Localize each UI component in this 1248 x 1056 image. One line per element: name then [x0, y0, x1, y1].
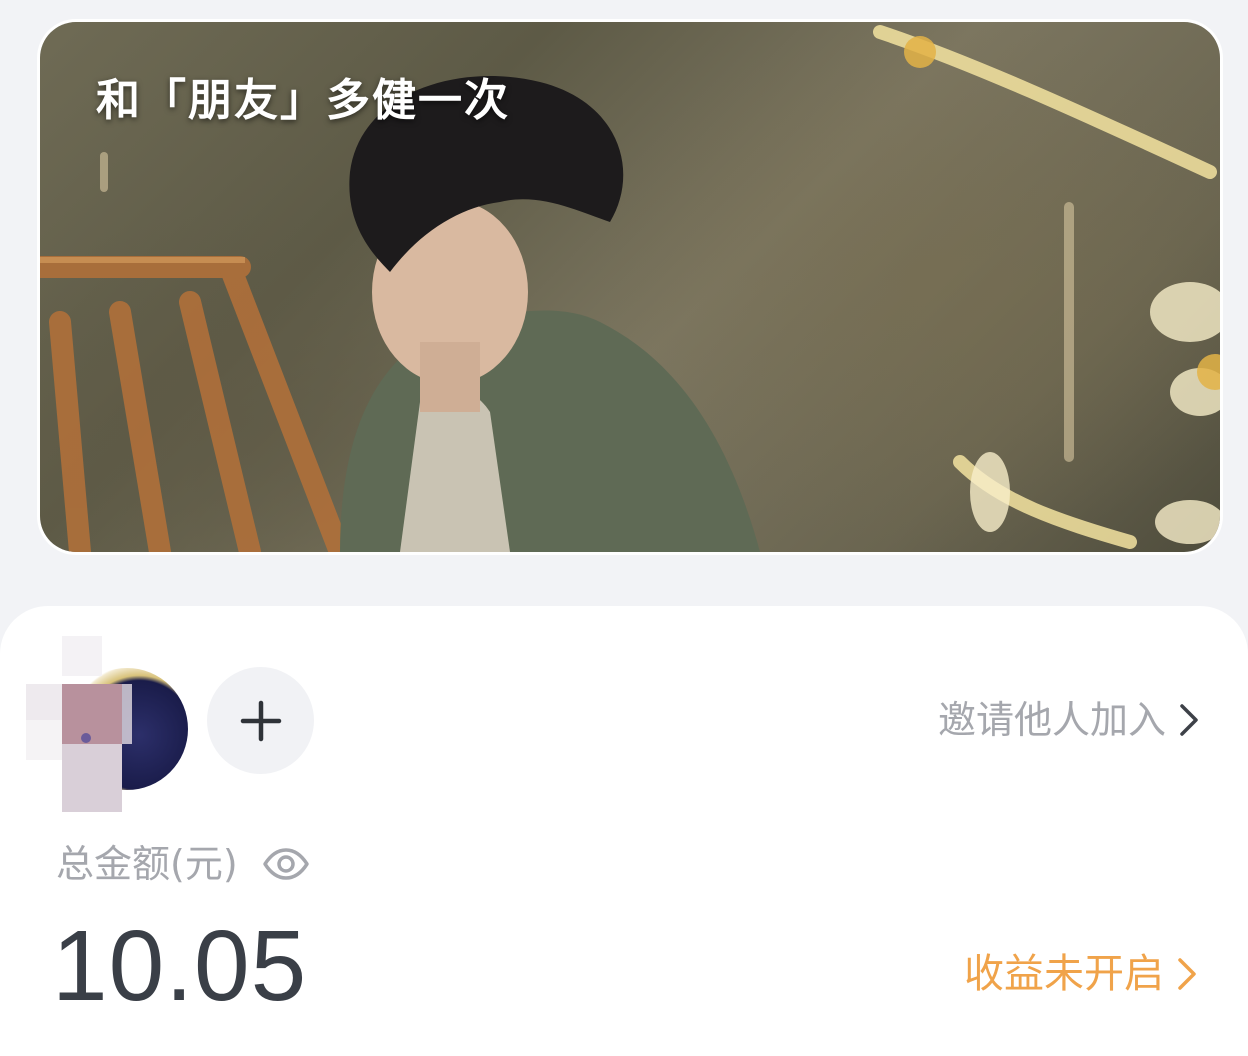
wallet-sheet: 邀请他人加入 总金额(元) 10.05 收益未开启 [0, 606, 1248, 1056]
add-member-button[interactable] [207, 667, 314, 774]
earnings-label: 收益未开启 [964, 951, 1164, 997]
eye-icon[interactable] [262, 848, 310, 880]
total-amount-value: 10.05 [52, 910, 308, 1022]
banner-title: 和「朋友」多健一次 [96, 75, 510, 126]
chevron-right-icon [1178, 958, 1196, 990]
invite-label: 邀请他人加入 [937, 698, 1166, 742]
member-avatar[interactable] [26, 636, 188, 812]
invite-others-link[interactable]: 邀请他人加入 [938, 698, 1200, 742]
chevron-right-icon [1180, 704, 1198, 736]
total-amount-header: 总金额(元) [56, 840, 310, 888]
avatar-mosaic-overlay [26, 636, 132, 812]
earnings-status-link[interactable]: 收益未开启 [964, 950, 1198, 998]
total-amount-label: 总金额(元) [56, 842, 238, 886]
promo-banner[interactable]: 和「朋友」多健一次 [40, 22, 1220, 552]
plus-icon [240, 700, 281, 741]
wallet-page: 和「朋友」多健一次 邀请他人加入 总金额(元) 10.05 收益未开启 [0, 0, 1248, 1056]
